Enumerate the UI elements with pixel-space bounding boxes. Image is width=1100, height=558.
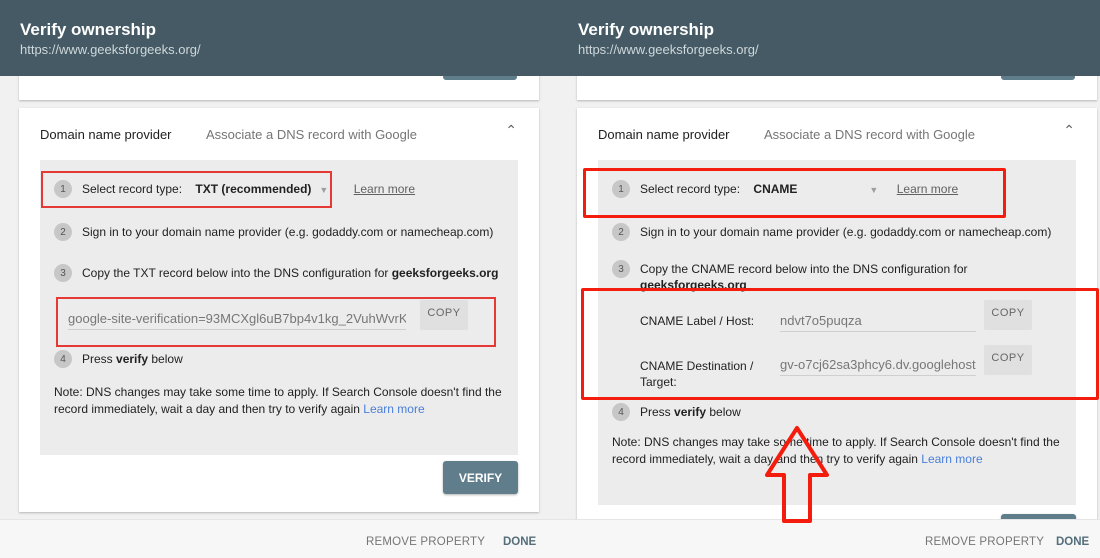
dialog-header: Verify ownership https://www.geeksforgee…	[558, 0, 1100, 76]
step-1: 1 Select record type: CNAME ▼ Learn more	[612, 180, 958, 198]
step-number: 4	[612, 403, 630, 421]
record-type-value: TXT (recommended)	[195, 182, 312, 196]
verify-button[interactable]: VERIFY	[443, 461, 518, 494]
learn-more-link[interactable]: Learn more	[354, 182, 415, 196]
cname-target-field[interactable]: gv-o7cj62sa3phcy6.dv.googlehost	[780, 357, 976, 376]
step-2: 2 Sign in to your domain name provider (…	[612, 223, 1051, 241]
method-label: Domain name provider	[598, 127, 730, 142]
chevron-up-icon[interactable]: ⌃	[505, 122, 517, 139]
copy-target-button[interactable]: COPY	[984, 345, 1032, 375]
done-button[interactable]: DONE	[1056, 536, 1089, 548]
dialog-footer: REMOVE PROPERTY DONE	[0, 519, 558, 558]
card-header[interactable]: Domain name provider Associate a DNS rec…	[19, 108, 539, 160]
cname-host-label: CNAME Label / Host:	[640, 314, 755, 328]
method-description: Associate a DNS record with Google	[764, 127, 975, 142]
step-number: 3	[54, 264, 72, 282]
step-4: 4 Press verify below	[612, 403, 741, 421]
note-text: Note: DNS changes may take some time to …	[612, 435, 1060, 466]
step-2: 2 Sign in to your domain name provider (…	[54, 223, 493, 241]
step-text: Select record type:	[640, 182, 741, 196]
method-description: Associate a DNS record with Google	[206, 127, 417, 142]
cname-host-field[interactable]: ndvt7o5puqza	[780, 313, 976, 332]
property-url: https://www.geeksforgeeks.org/	[578, 42, 759, 57]
note-text: Note: DNS changes may take some time to …	[54, 385, 502, 416]
copy-txt-button[interactable]: COPY	[420, 300, 468, 330]
up-arrow-annotation-icon	[765, 426, 829, 523]
step-text: Sign in to your domain name provider (e.…	[82, 225, 494, 239]
step-text: Press	[640, 405, 675, 419]
card-header[interactable]: Domain name provider Associate a DNS rec…	[577, 108, 1097, 160]
step-text: Copy the TXT record below into the DNS c…	[82, 266, 392, 280]
remove-property-button[interactable]: REMOVE PROPERTY	[366, 536, 485, 548]
domain-provider-card: Domain name provider Associate a DNS rec…	[19, 108, 539, 512]
dns-note: Note: DNS changes may take some time to …	[612, 434, 1062, 468]
chevron-up-icon[interactable]: ⌃	[1063, 122, 1075, 139]
note-learn-more-link[interactable]: Learn more	[921, 452, 982, 466]
dialog-header: Verify ownership https://www.geeksforgee…	[0, 0, 558, 76]
dialog-title: Verify ownership	[20, 20, 157, 39]
step-text: Copy the CNAME record below into the DNS…	[640, 262, 968, 276]
note-learn-more-link[interactable]: Learn more	[363, 402, 424, 416]
step-4: 4 Press verify below	[54, 350, 183, 368]
method-label: Domain name provider	[40, 127, 172, 142]
step-number: 4	[54, 350, 72, 368]
step-text: Press	[82, 352, 117, 366]
step-text: below	[148, 352, 183, 366]
right-screenshot-panel: Verify ownership https://www.geeksforgee…	[558, 0, 1100, 558]
step-1: 1 Select record type: TXT (recommended) ▼…	[54, 180, 415, 198]
dropdown-arrow-icon: ▼	[319, 184, 329, 195]
property-url: https://www.geeksforgeeks.org/	[20, 42, 201, 57]
left-screenshot-panel: Verify ownership https://www.geeksforgee…	[0, 0, 558, 558]
instructions-box: 1 Select record type: TXT (recommended) ▼…	[40, 160, 518, 455]
cname-target-label: CNAME Destination / Target:	[640, 358, 753, 390]
record-type-select[interactable]: TXT (recommended) ▼	[195, 181, 328, 198]
txt-record-field[interactable]: google-site-verification=93MCXgl6uB7bp4v…	[68, 311, 406, 330]
record-type-select[interactable]: CNAME ▼	[753, 181, 883, 198]
step-number: 2	[612, 223, 630, 241]
step-number: 1	[612, 180, 630, 198]
step-3: 3 Copy the TXT record below into the DNS…	[54, 264, 498, 282]
copy-host-button[interactable]: COPY	[984, 300, 1032, 330]
domain-name: geeksforgeeks.org	[391, 266, 499, 280]
record-type-value: CNAME	[753, 182, 798, 196]
step-text: below	[706, 405, 741, 419]
domain-name: geeksforgeeks.org	[640, 278, 747, 292]
instructions-box: 1 Select record type: CNAME ▼ Learn more …	[598, 160, 1076, 505]
domain-provider-card: Domain name provider Associate a DNS rec…	[577, 108, 1097, 534]
dialog-title: Verify ownership	[578, 20, 715, 39]
step-3: 3 Copy the CNAME record below into the D…	[612, 260, 1012, 293]
label-line: CNAME Destination /	[640, 359, 754, 373]
step-text: Select record type:	[82, 182, 183, 196]
remove-property-button[interactable]: REMOVE PROPERTY	[925, 536, 1044, 548]
step-number: 2	[54, 223, 72, 241]
step-text: Sign in to your domain name provider (e.…	[640, 225, 1052, 239]
dns-note: Note: DNS changes may take some time to …	[54, 384, 504, 418]
done-button[interactable]: DONE	[503, 536, 536, 548]
step-number: 3	[612, 260, 630, 278]
step-number: 1	[54, 180, 72, 198]
label-line: Target:	[640, 375, 677, 389]
learn-more-link[interactable]: Learn more	[897, 182, 958, 196]
step-text-bold: verify	[674, 405, 707, 419]
dropdown-arrow-icon: ▼	[869, 184, 879, 195]
step-text-bold: verify	[116, 352, 149, 366]
